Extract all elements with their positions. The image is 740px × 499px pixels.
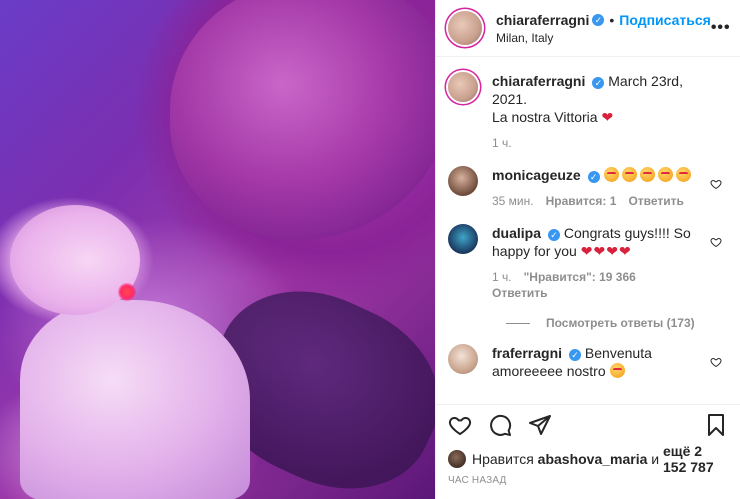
like-comment-icon[interactable] [710, 236, 722, 248]
liker-username[interactable]: abashova_maria [538, 451, 648, 467]
broken-heart-emoji: ❤ [601, 109, 614, 125]
verified-badge-icon: ✓ [569, 349, 582, 361]
commenter-avatar[interactable] [448, 224, 478, 254]
caption-username[interactable]: chiaraferragni [492, 73, 585, 89]
post-location[interactable]: Milan, Italy [496, 31, 711, 45]
comment-time[interactable]: 35 мин. [492, 194, 534, 208]
follow-button[interactable]: Подписаться [619, 12, 711, 28]
heart-eyes-emoji [603, 167, 619, 182]
comment-time[interactable]: 1 ч. [492, 270, 512, 284]
photo-hair-region [170, 0, 435, 240]
heart-eyes-emoji [675, 167, 691, 182]
commenter-username[interactable]: monicageuze [492, 167, 581, 183]
replies-divider [506, 322, 530, 324]
comment-likes[interactable]: "Нравится": 19 366 [524, 270, 636, 284]
header-text: chiaraferragni ✓ • Подписаться Milan, It… [496, 12, 711, 45]
caption-avatar[interactable] [448, 72, 478, 102]
liker-avatar[interactable] [448, 450, 466, 468]
post-sidebar: chiaraferragni ✓ • Подписаться Milan, It… [435, 0, 740, 499]
post-time[interactable]: ЧАС НАЗАД [448, 475, 507, 486]
commenter-username[interactable]: dualipa [492, 225, 541, 241]
verified-badge-icon: ✓ [548, 229, 561, 241]
comment-icon[interactable] [488, 413, 512, 437]
share-icon[interactable] [528, 413, 552, 437]
like-comment-icon[interactable] [710, 356, 722, 368]
more-icon[interactable]: ••• [711, 19, 731, 37]
reply-button[interactable]: Ответить [628, 194, 683, 208]
heart-eyes-emoji [621, 167, 637, 182]
likes-prefix: Нравится [472, 451, 534, 467]
action-bar [436, 404, 740, 444]
comment-item: fraferragni ✓ Benvenuta amoreeeee nostro [448, 344, 728, 380]
likes-count[interactable]: ещё 2 152 787 [663, 443, 728, 475]
verified-badge-icon: ✓ [592, 77, 605, 89]
comment-likes[interactable]: Нравится: 1 [546, 194, 617, 208]
caption-time[interactable]: 1 ч. [492, 136, 512, 150]
comment-emojis [603, 167, 694, 183]
comment-hearts: ❤❤❤❤ [580, 243, 631, 259]
comment-item: monicageuze ✓ 35 мин. Нравится: 1 Ответит… [448, 166, 728, 208]
comments-list[interactable]: chiaraferragni ✓ March 23rd, 2021. La nos… [436, 58, 740, 403]
separator-dot: • [609, 11, 615, 28]
heart-eyes-emoji [657, 167, 673, 182]
instagram-post: chiaraferragni ✓ • Подписаться Milan, It… [0, 0, 740, 499]
verified-badge-icon: ✓ [592, 13, 605, 26]
caption-line2: La nostra Vittoria [492, 109, 598, 125]
like-comment-icon[interactable] [710, 178, 722, 190]
verified-badge-icon: ✓ [587, 171, 600, 183]
author-avatar[interactable] [448, 11, 482, 45]
post-header: chiaraferragni ✓ • Подписаться Milan, It… [436, 0, 740, 57]
commenter-username[interactable]: fraferragni [492, 345, 562, 361]
heart-icon[interactable] [448, 413, 472, 437]
likes-line: Нравится abashova_maria и ещё 2 152 787 [448, 443, 728, 475]
post-photo[interactable] [0, 0, 435, 499]
photo-blanket-region [20, 300, 250, 499]
comment-item: dualipa ✓ Congrats guys!!!! So happy for … [448, 224, 728, 300]
save-icon[interactable] [704, 413, 728, 437]
likes-middle: и [651, 451, 660, 467]
heart-eyes-emoji [639, 167, 655, 182]
commenter-avatar[interactable] [448, 344, 478, 374]
photo-red-light [118, 283, 136, 301]
reply-button[interactable]: Ответить [492, 286, 547, 300]
view-replies-button[interactable]: Посмотреть ответы (173) [506, 316, 728, 330]
caption: chiaraferragni ✓ March 23rd, 2021. La nos… [448, 72, 728, 150]
heart-eyes-emoji [609, 363, 625, 378]
author-username[interactable]: chiaraferragni [496, 12, 589, 28]
commenter-avatar[interactable] [448, 166, 478, 196]
view-replies-label: Посмотреть ответы (173) [546, 316, 695, 330]
